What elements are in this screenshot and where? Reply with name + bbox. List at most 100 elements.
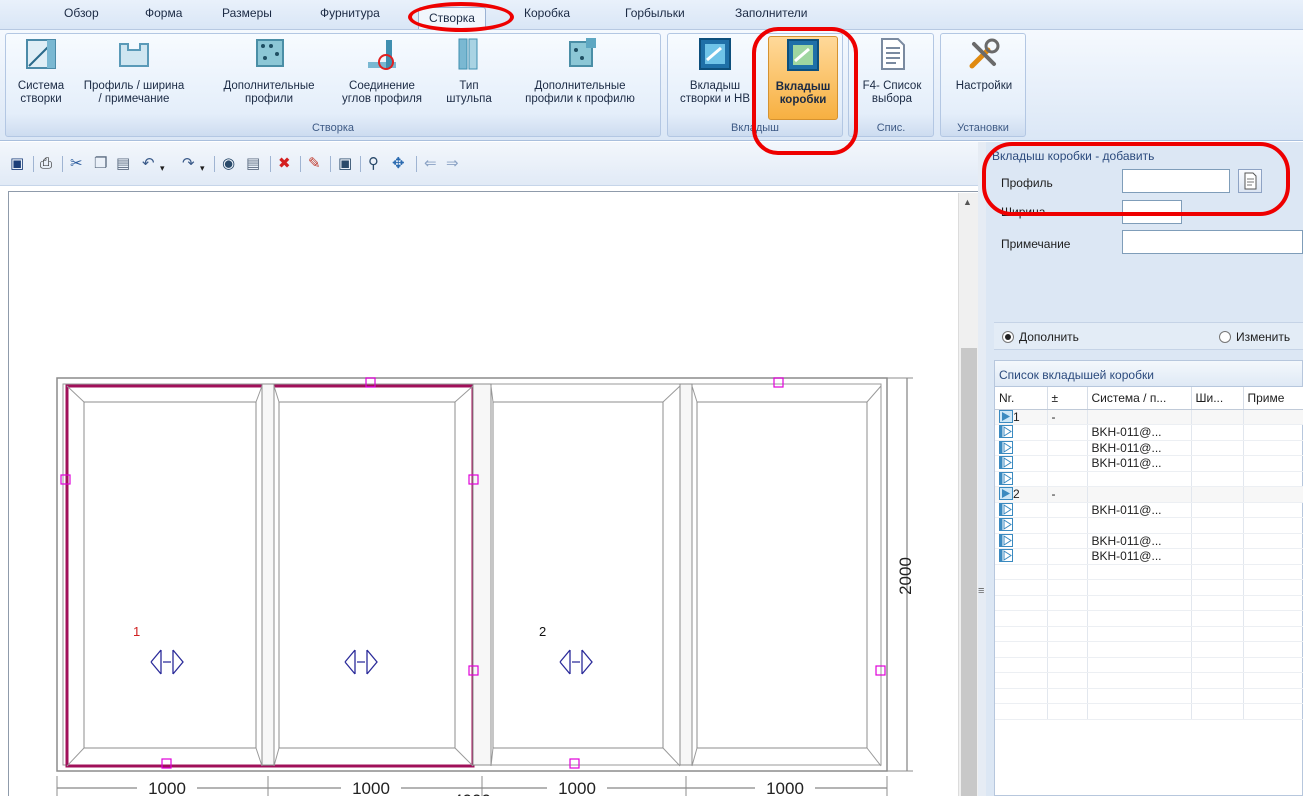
cell-width bbox=[1191, 440, 1244, 456]
cell-pm: - bbox=[1047, 486, 1088, 503]
zoom-icon[interactable]: ⚲ bbox=[368, 155, 379, 173]
forward-icon[interactable]: ⇒ bbox=[446, 155, 459, 173]
radio-add[interactable]: Дополнить bbox=[1002, 330, 1079, 344]
sash-system-icon bbox=[26, 39, 56, 69]
table-row[interactable]: BKH-011@... bbox=[995, 455, 1303, 472]
profile-select-button[interactable] bbox=[1238, 169, 1262, 193]
redo-dropdown-icon[interactable]: ▾ bbox=[200, 159, 205, 177]
cell-nr bbox=[995, 548, 1048, 565]
cell-width bbox=[1191, 471, 1244, 487]
mullion-2 bbox=[472, 383, 492, 766]
insert-item-icon bbox=[999, 549, 1013, 563]
table-row[interactable]: 1- bbox=[995, 409, 1303, 425]
column-header-note[interactable]: Приме bbox=[1243, 387, 1303, 410]
toolbar-separator bbox=[300, 156, 301, 172]
document-icon[interactable]: ▤ bbox=[246, 155, 260, 173]
ribbon-group-stvorka: Система створки Профиль / ширина / приме… bbox=[5, 33, 661, 137]
delete-icon[interactable]: ✖ bbox=[278, 155, 291, 173]
redo-icon[interactable]: ↷ bbox=[182, 155, 195, 173]
scroll-thumb[interactable] bbox=[961, 348, 977, 796]
column-header-system[interactable]: Система / п... bbox=[1087, 387, 1192, 410]
group-expand-icon[interactable] bbox=[999, 487, 1013, 501]
sash-insert-button[interactable]: Вкладыш створки и НВ bbox=[670, 36, 760, 120]
print-icon[interactable]: ⎙ bbox=[40, 155, 52, 173]
group-label-spis: Спис. bbox=[876, 122, 906, 134]
mullion-1 bbox=[261, 383, 275, 766]
frame-insert-button[interactable]: Вкладыш коробки bbox=[768, 36, 838, 120]
radio-dot-unchecked bbox=[1219, 331, 1231, 343]
settings-button[interactable]: Настройки bbox=[945, 36, 1023, 120]
width-dimension-2: 1000 bbox=[352, 779, 390, 796]
back-icon[interactable]: ⇐ bbox=[424, 155, 437, 173]
group-expand-icon[interactable] bbox=[999, 409, 1013, 423]
mullion-3 bbox=[679, 383, 693, 766]
corner-joint-icon bbox=[368, 40, 396, 70]
paste-icon[interactable]: ▤ bbox=[116, 155, 130, 173]
toolbar-separator bbox=[214, 156, 215, 172]
splitter-grip-icon[interactable]: ≡ bbox=[978, 585, 984, 597]
sash-system-button[interactable]: Система створки bbox=[6, 36, 76, 120]
list-title: Список вкладышей коробки bbox=[995, 361, 1302, 387]
tools-icon bbox=[969, 38, 1000, 69]
note-label: Примечание bbox=[1001, 237, 1071, 251]
scroll-up-icon[interactable]: ▲ bbox=[963, 197, 972, 207]
tab-stvorka[interactable]: Створка bbox=[418, 7, 486, 29]
cell-width bbox=[1191, 455, 1244, 472]
width-input[interactable] bbox=[1122, 200, 1182, 224]
mullion-icon bbox=[458, 38, 478, 70]
tab-gorbylki[interactable]: Горбыльки bbox=[625, 6, 685, 20]
table-row[interactable]: 2- bbox=[995, 486, 1303, 503]
tab-obzor[interactable]: Обзор bbox=[64, 6, 99, 20]
table-row[interactable] bbox=[995, 517, 1303, 534]
table-row[interactable]: BKH-011@... bbox=[995, 533, 1303, 549]
tab-forma[interactable]: Форма bbox=[145, 6, 182, 20]
radio-change[interactable]: Изменить bbox=[1219, 330, 1290, 344]
table-row[interactable]: BKH-011@... bbox=[995, 502, 1303, 518]
profile-input[interactable] bbox=[1122, 169, 1230, 193]
move-icon[interactable]: ✥ bbox=[392, 155, 405, 173]
profile-width-note-button[interactable]: Профиль / ширина / примечание bbox=[78, 36, 190, 120]
fit-view-icon[interactable]: ▣ bbox=[338, 155, 352, 173]
column-header-pm[interactable]: ± bbox=[1047, 387, 1088, 410]
tab-razmery[interactable]: Размеры bbox=[222, 6, 272, 20]
tab-furnitura[interactable]: Фурнитура bbox=[320, 6, 380, 20]
drawing-canvas[interactable]: 1 2 2000 1000 1000 1000 1000 4000 bbox=[8, 191, 978, 796]
cell-system: BKH-011@... bbox=[1087, 502, 1192, 518]
tab-zapolniteli[interactable]: Заполнители bbox=[735, 6, 808, 20]
table-row[interactable]: BKH-011@... bbox=[995, 424, 1303, 441]
column-header-nr[interactable]: Nr. bbox=[995, 387, 1048, 410]
cell-system bbox=[1087, 486, 1192, 503]
paint-icon[interactable]: ✎ bbox=[308, 155, 321, 173]
view-icon[interactable]: ◉ bbox=[222, 155, 235, 173]
additional-profiles-button[interactable]: Дополнительные профили bbox=[210, 36, 328, 120]
panel-splitter[interactable]: ≡ bbox=[978, 142, 986, 796]
document-icon bbox=[1244, 172, 1257, 190]
group-label-ustanovki: Установки bbox=[957, 122, 1009, 134]
copy-icon[interactable]: ❐ bbox=[94, 155, 107, 173]
additional-profiles-to-profile-button[interactable]: Дополнительные профили к профилю bbox=[502, 36, 658, 120]
tab-korobka[interactable]: Коробка bbox=[524, 6, 570, 20]
undo-dropdown-icon[interactable]: ▾ bbox=[160, 159, 165, 177]
cell-width bbox=[1191, 548, 1244, 565]
profile-corner-joint-button[interactable]: Соединение углов профиля bbox=[328, 36, 436, 120]
table-row-empty bbox=[995, 641, 1303, 658]
table-row[interactable] bbox=[995, 471, 1303, 487]
note-input[interactable] bbox=[1122, 230, 1303, 254]
vertical-scrollbar[interactable]: ▲ bbox=[958, 193, 978, 796]
mullion-type-button[interactable]: Тип штульпа bbox=[436, 36, 502, 120]
f4-select-list-button[interactable]: F4- Список выбора bbox=[853, 36, 931, 120]
cell-width bbox=[1191, 486, 1244, 503]
table-row[interactable]: BKH-011@... bbox=[995, 440, 1303, 456]
undo-icon[interactable]: ↶ bbox=[142, 155, 155, 173]
column-header-width[interactable]: Ши... bbox=[1191, 387, 1244, 410]
cut-icon[interactable]: ✂ bbox=[70, 155, 83, 173]
cell-nr: 2 bbox=[995, 486, 1048, 503]
save-icon[interactable]: ▣ bbox=[10, 155, 24, 173]
toolbar-separator bbox=[330, 156, 331, 172]
frame-insert-list: Список вкладышей коробки Nr. ± Система /… bbox=[994, 360, 1303, 796]
table-row-empty bbox=[995, 610, 1303, 627]
cell-system bbox=[1087, 471, 1192, 487]
table-header-row: Nr. ± Система / п... Ши... Приме bbox=[995, 387, 1303, 410]
insert-item-icon bbox=[999, 502, 1013, 516]
table-row[interactable]: BKH-011@... bbox=[995, 548, 1303, 565]
